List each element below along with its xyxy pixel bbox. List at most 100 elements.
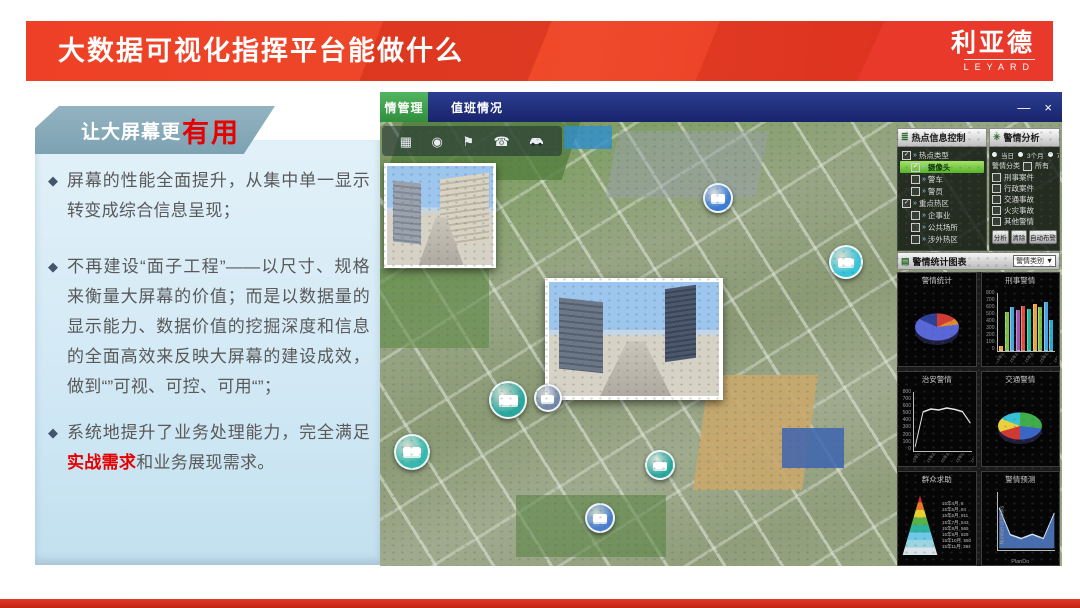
checkbox-icon[interactable] [992, 173, 1001, 182]
y-axis: 8007006005004003002001000 [900, 390, 911, 451]
axis-tick: 0 [900, 447, 911, 452]
checkbox-icon[interactable] [911, 235, 920, 244]
bar [1038, 307, 1042, 352]
footer-bar [0, 599, 1080, 608]
checkbox-icon[interactable] [911, 187, 920, 196]
street-photo [387, 166, 493, 265]
checkbox-icon[interactable] [911, 175, 920, 184]
axis-tick: 800 [900, 390, 911, 395]
street-photo [549, 282, 719, 396]
hotspot-tree: ✓»热点类型✓»摄像头»警车»警员✓»重点热区»企事业»公共场所»涉外热区 [897, 147, 987, 251]
checkbox-icon[interactable] [992, 195, 1001, 204]
bullet-list: ◆ 屏幕的性能全面提升，从集中单一显示转变成综合信息呈现； ◆ 不再建设“面子工… [48, 166, 370, 478]
x-axis-labels: 15年1月15年2月15年3月15年4月15年5月15年6月15年7月15年8月… [997, 353, 1058, 365]
bullet-item: ◆ 不再建设“面子工程”——以尺寸、规格来衡量大屏幕的价值；而是以数据量的显示能… [48, 252, 370, 402]
bar [1044, 302, 1048, 351]
tree-item[interactable]: ✓»重点热区 [900, 197, 984, 209]
checkbox-icon[interactable]: ✓ [902, 151, 911, 160]
map-marker[interactable] [645, 450, 675, 480]
map-marker[interactable] [534, 384, 562, 412]
period-label: 3个月 [1027, 150, 1044, 160]
radio-icon[interactable] [1048, 152, 1053, 157]
analysis-button[interactable]: 分析 [992, 230, 1009, 244]
car-icon[interactable] [529, 136, 544, 146]
city-3d-map[interactable]: ▦ ◉ ⚑ ☎ [380, 122, 1062, 566]
leyard-logo: 利亚德 LEYARD [857, 21, 1053, 81]
hotspot-panel-title: 热点信息控制 [912, 131, 966, 144]
list-icon: ≣ [901, 132, 909, 143]
tree-item[interactable]: ✓»摄像头 [900, 161, 984, 173]
radio-icon[interactable] [992, 152, 997, 157]
axis-tick: 300 [900, 425, 911, 430]
axis-tick: 100 [900, 440, 911, 445]
analysis-panel-header: ✳ 警情分析 [989, 128, 1060, 147]
bar-series [998, 293, 1056, 351]
axis-tick: 400 [984, 319, 995, 324]
map-marker[interactable] [703, 183, 733, 213]
screen-icon[interactable]: ▦ [400, 135, 412, 148]
checkbox-icon[interactable] [992, 206, 1001, 215]
camera-icon[interactable]: ◉ [432, 135, 443, 148]
incident-type-row[interactable]: 交通事故 [992, 194, 1057, 205]
tab-incident-management[interactable]: 情管理 [380, 92, 428, 122]
chart-panel: 警情统计 [897, 272, 977, 367]
tree-item[interactable]: ✓»热点类型 [900, 149, 984, 161]
chart-title: 群众求助 [898, 472, 976, 486]
pin-icon[interactable]: ⚑ [462, 135, 474, 148]
chart-panel: 交通警情 [981, 371, 1061, 466]
chevron-icon: » [913, 200, 917, 207]
command-platform-screenshot: 情管理 值班情况 — × ▦ ◉ ⚑ ☎ [380, 92, 1062, 566]
vehicle-icon [593, 514, 607, 521]
pie-chart [998, 412, 1042, 439]
analysis-button[interactable]: 自动布警 [1029, 230, 1057, 244]
phone-icon[interactable]: ☎ [494, 135, 510, 148]
x-axis-labels: 15年1月15年2月15年3月15年4月15年5月15年6月15年7月15年8月 [913, 453, 974, 465]
chart-body [898, 287, 976, 366]
incident-type-row[interactable]: 火灾事故 [992, 205, 1057, 216]
tree-item[interactable]: »公共场所 [900, 221, 984, 233]
checkbox-icon[interactable] [911, 223, 920, 232]
chart-title: 治安警情 [898, 372, 976, 386]
gear-icon: ✳ [993, 132, 1001, 143]
analysis-button[interactable]: 清除 [1011, 230, 1028, 244]
checkbox-icon[interactable] [1023, 162, 1032, 171]
street-photo-popup [545, 278, 723, 400]
map-marker[interactable] [585, 503, 615, 533]
incident-type-row[interactable]: 其他警情 [992, 216, 1057, 227]
bar [1021, 306, 1025, 352]
pyramid-label: 15年5月, 84 [942, 507, 971, 512]
pyramid-label: 15年11月, 394 [942, 544, 971, 549]
incident-type-row[interactable]: 刑事案件 [992, 172, 1057, 183]
minimize-button[interactable]: — [1017, 101, 1030, 114]
x-axis-label: PlanDo [982, 559, 1060, 565]
tree-item[interactable]: »警员 [900, 185, 984, 197]
checkbox-icon[interactable] [992, 184, 1001, 193]
map-marker[interactable] [489, 381, 527, 419]
bar [1016, 310, 1020, 352]
photo-road [600, 341, 671, 396]
chart-title: 交通警情 [982, 372, 1060, 386]
checkbox-icon[interactable] [992, 217, 1001, 226]
axis-tick: 600 [900, 404, 911, 409]
slide: 大数据可视化指挥平台能做什么 利亚德 LEYARD 让大屏幕更 有用 ◆ 屏幕的… [0, 0, 1080, 608]
map-marker[interactable] [394, 434, 430, 470]
map-toolbar: ▦ ◉ ⚑ ☎ [382, 126, 562, 156]
plot-area [913, 392, 972, 451]
checkbox-icon[interactable] [911, 211, 920, 220]
tab-duty-status[interactable]: 值班情况 [442, 92, 512, 122]
checkbox-icon[interactable]: ✓ [911, 163, 920, 172]
map-marker[interactable] [829, 245, 863, 279]
tree-item[interactable]: »涉外热区 [900, 233, 984, 245]
close-button[interactable]: × [1044, 101, 1052, 114]
radio-icon[interactable] [1018, 152, 1023, 157]
photo-tower [665, 284, 696, 361]
incident-type-row[interactable]: 行政案件 [992, 183, 1057, 194]
tree-item[interactable]: »警车 [900, 173, 984, 185]
chart-category-dropdown[interactable]: 警情类别 ▼ [1013, 255, 1056, 267]
checkbox-icon[interactable]: ✓ [902, 199, 911, 208]
chart-body [982, 386, 1060, 465]
pyramid-label: 15年10月, 550 [942, 538, 971, 543]
tree-item[interactable]: »企事业 [900, 209, 984, 221]
y-axis: 8007006005004003002001000 [984, 291, 995, 352]
axis-tick: 300 [984, 326, 995, 331]
